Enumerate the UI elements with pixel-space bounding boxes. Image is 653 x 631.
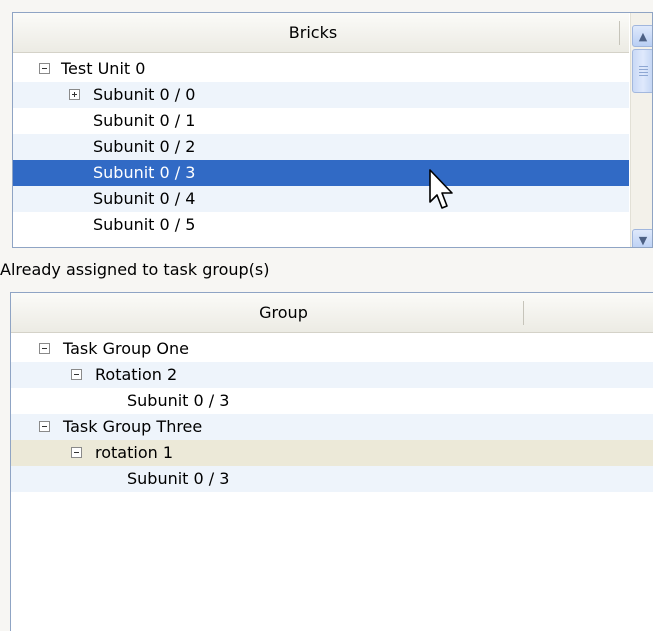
tree-row-rotation-2[interactable]: Rotation 2 <box>11 362 653 388</box>
tree-row-label: Task Group One <box>63 339 189 358</box>
collapse-icon[interactable] <box>39 421 50 432</box>
tree-row-label: Subunit 0 / 3 <box>127 391 230 410</box>
vertical-scrollbar[interactable]: ▲ ▼ <box>630 13 652 247</box>
group-header-label: Group <box>259 303 308 322</box>
tree-row-subunit-0-0[interactable]: Subunit 0 / 0 <box>13 82 629 108</box>
bricks-column-header[interactable]: Bricks <box>13 13 629 53</box>
tree-row-subunit-0-5[interactable]: Subunit 0 / 5 <box>13 212 629 238</box>
tree-row-subunit-0-3[interactable]: Subunit 0 / 3 <box>11 388 653 414</box>
grip-line <box>639 66 648 67</box>
tree-row-label: Rotation 2 <box>95 365 178 384</box>
tree-row-task-group-one[interactable]: Task Group One <box>11 336 653 362</box>
groups-tree[interactable]: Group Task Group One Rotation 2 Subunit … <box>10 292 653 631</box>
tree-row-label: Task Group Three <box>63 417 203 436</box>
collapse-icon[interactable] <box>71 447 82 458</box>
tree-row-test-unit-0[interactable]: Test Unit 0 <box>13 56 629 82</box>
tree-row-subunit-0-2[interactable]: Subunit 0 / 2 <box>13 134 629 160</box>
collapse-icon[interactable] <box>39 63 50 74</box>
tree-row-task-group-three[interactable]: Task Group Three <box>11 414 653 440</box>
scroll-thumb[interactable] <box>632 49 652 93</box>
tree-row-label: Subunit 0 / 3 <box>93 163 196 182</box>
collapse-icon[interactable] <box>39 343 50 354</box>
collapse-icon[interactable] <box>71 369 82 380</box>
bricks-rows: Test Unit 0 Subunit 0 / 0 Subunit 0 / 1 … <box>13 56 629 238</box>
tree-row-label: Subunit 0 / 0 <box>93 85 196 104</box>
bricks-header-label: Bricks <box>288 23 338 42</box>
grip-line <box>639 75 648 76</box>
grip-line <box>639 72 648 73</box>
tree-row-label: Subunit 0 / 4 <box>93 189 196 208</box>
column-separator[interactable] <box>619 21 620 45</box>
tree-row-rotation-1[interactable]: rotation 1 <box>11 440 653 466</box>
assigned-groups-label: Already assigned to task group(s) <box>0 260 270 279</box>
column-separator[interactable] <box>523 301 524 325</box>
expand-icon[interactable] <box>69 89 80 100</box>
mouse-pointer-icon <box>429 169 453 209</box>
chevron-up-icon: ▲ <box>638 29 648 43</box>
chevron-down-icon: ▼ <box>638 233 648 247</box>
tree-row-subunit-0-4[interactable]: Subunit 0 / 4 <box>13 186 629 212</box>
group-rows: Task Group One Rotation 2 Subunit 0 / 3 … <box>11 336 653 492</box>
tree-row-subunit-0-1[interactable]: Subunit 0 / 1 <box>13 108 629 134</box>
group-column-header[interactable]: Group <box>11 293 653 333</box>
tree-row-label: rotation 1 <box>95 443 174 462</box>
tree-row-label: Subunit 0 / 3 <box>127 469 230 488</box>
bricks-tree[interactable]: Bricks Test Unit 0 Subunit 0 / 0 Subunit… <box>12 12 653 248</box>
tree-row-label: Subunit 0 / 1 <box>93 111 196 130</box>
tree-row-subunit-0-3[interactable]: Subunit 0 / 3 <box>11 466 653 492</box>
tree-row-subunit-0-3-selected[interactable]: Subunit 0 / 3 <box>13 160 629 186</box>
tree-row-label: Subunit 0 / 2 <box>93 137 196 156</box>
scroll-up-button[interactable]: ▲ <box>632 25 652 47</box>
tree-row-label: Subunit 0 / 5 <box>93 215 196 234</box>
tree-row-label: Test Unit 0 <box>61 59 146 78</box>
scroll-down-button[interactable]: ▼ <box>632 229 652 247</box>
grip-line <box>639 69 648 70</box>
